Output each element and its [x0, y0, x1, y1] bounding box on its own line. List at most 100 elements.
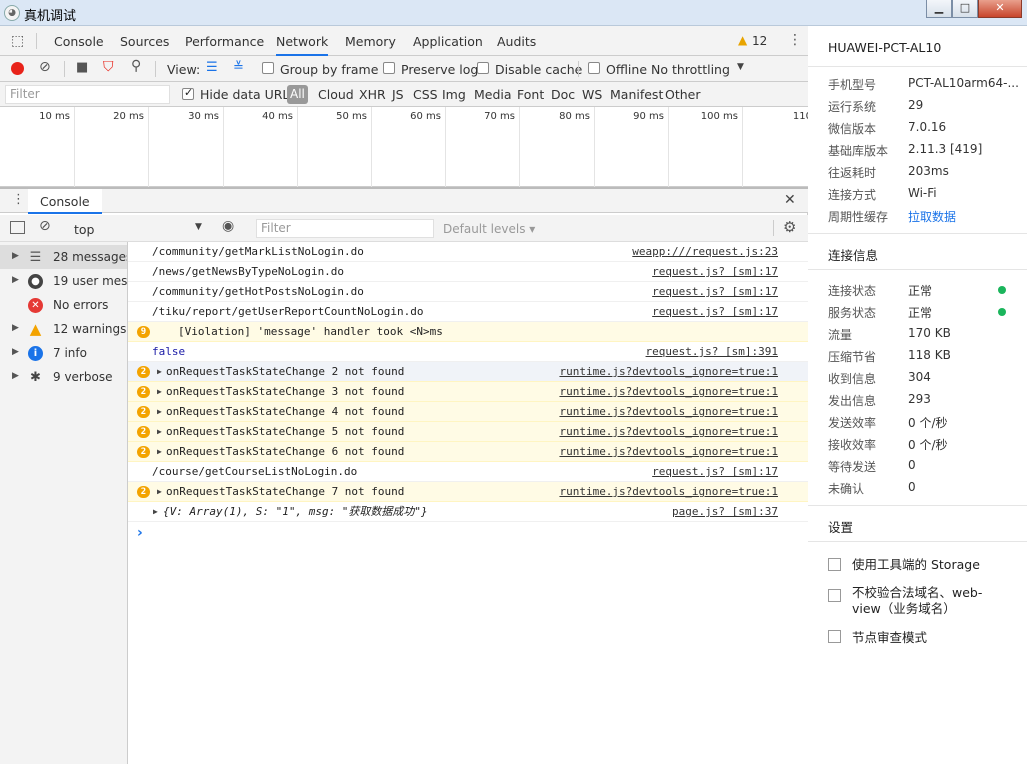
console-warning-row[interactable]: 2 ▶ onRequestTaskStateChange 6 not found ru… [128, 442, 808, 462]
console-warning-row[interactable]: 2 ▶ onRequestTaskStateChange 4 not found ru… [128, 402, 808, 422]
console-warning-row[interactable]: 2 ▶ onRequestTaskStateChange 3 not found ru… [128, 382, 808, 402]
type-filter-font[interactable]: Font [517, 87, 544, 102]
console-log-row[interactable]: ▶ {V: Array(1), S: "1", msg: "获取数据成功"} pag… [128, 502, 808, 522]
waterfall-icon[interactable]: ≚ [233, 60, 244, 75]
type-filter-css[interactable]: CSS [413, 87, 438, 102]
clear-icon[interactable]: ⊘ [39, 59, 51, 75]
console-messages[interactable]: /community/getMarkListNoLogin.do weapp://… [128, 242, 808, 764]
inspect-icon[interactable]: ⬚ [11, 33, 24, 49]
source-link[interactable]: runtime.js?devtools_ignore=true:1 [559, 422, 778, 441]
chevron-down-icon[interactable]: ▼ [737, 62, 744, 72]
expand-icon[interactable]: ▶ [157, 382, 162, 401]
node-inspect-checkbox[interactable] [828, 630, 841, 643]
console-warning-row[interactable]: 2 ▶ onRequestTaskStateChange 7 not found ru… [128, 482, 808, 502]
source-link[interactable]: weapp:///request.js:23 [632, 242, 778, 261]
console-log-row[interactable]: /community/getHotPostsNoLogin.do request.… [128, 282, 808, 302]
source-link[interactable]: request.js? [sm]:391 [646, 342, 778, 361]
sidebar-toggle-icon[interactable] [10, 221, 25, 234]
source-link[interactable]: request.js? [sm]:17 [652, 282, 778, 301]
expand-icon[interactable]: ▶ [153, 502, 158, 521]
source-link[interactable]: runtime.js?devtools_ignore=true:1 [559, 482, 778, 501]
search-icon[interactable]: ⚲ [131, 58, 141, 74]
large-rows-icon[interactable]: ☰ [206, 60, 218, 75]
source-link[interactable]: page.js? [sm]:37 [672, 502, 778, 521]
sidebar-item-messages[interactable]: ▶ ☰ 28 messages [0, 245, 127, 269]
type-filter-cloud[interactable]: Cloud [318, 87, 354, 102]
expand-icon[interactable]: ▶ [157, 482, 162, 501]
maximize-button[interactable]: □ [952, 0, 978, 18]
console-warning-row[interactable]: 2 ▶ onRequestTaskStateChange 2 not found ru… [128, 362, 808, 382]
console-warning-row[interactable]: 2 ▶ onRequestTaskStateChange 5 not found ru… [128, 422, 808, 442]
source-link[interactable]: request.js? [sm]:17 [652, 302, 778, 321]
tab-console[interactable]: Console [54, 34, 104, 49]
expand-icon[interactable]: ▶ [157, 362, 162, 381]
disable-cache-checkbox[interactable] [477, 62, 489, 74]
gear-icon[interactable]: ⚙ [783, 218, 796, 236]
expand-icon[interactable]: ▶ [157, 442, 162, 461]
console-warning-row[interactable]: 9 [Violation] 'message' handler took <N>m… [128, 322, 808, 342]
tab-memory[interactable]: Memory [345, 34, 396, 49]
console-log-row[interactable]: false request.js? [sm]:391 [128, 342, 808, 362]
eye-icon[interactable]: ◉ [222, 218, 234, 234]
group-by-frame-checkbox[interactable] [262, 62, 274, 74]
tab-sources[interactable]: Sources [120, 34, 169, 49]
offline-checkbox[interactable] [588, 62, 600, 74]
close-drawer-icon[interactable]: ✕ [784, 192, 796, 208]
tab-audits[interactable]: Audits [497, 34, 536, 49]
source-link[interactable]: request.js? [sm]:17 [652, 262, 778, 281]
capture-screenshots-icon[interactable]: ■ [76, 60, 88, 75]
preserve-log-checkbox[interactable] [383, 62, 395, 74]
warning-count[interactable]: 12 [752, 34, 767, 48]
throttling-select[interactable]: No throttling [651, 62, 730, 77]
clear-console-icon[interactable]: ⊘ [39, 218, 51, 234]
drawer-tab-console[interactable]: Console [28, 189, 102, 214]
filter-icon[interactable]: ⛉ [103, 59, 114, 75]
record-icon[interactable] [11, 62, 24, 75]
console-prompt[interactable]: › [137, 525, 143, 541]
type-filter-xhr[interactable]: XHR [359, 87, 386, 102]
type-filter-other[interactable]: Other [665, 87, 701, 102]
expand-icon[interactable]: ▶ [157, 422, 162, 441]
more-options-icon[interactable]: ⋮ [788, 32, 802, 48]
sidebar-item-user-messages[interactable]: ▶ ● 19 user mes... [0, 269, 127, 293]
hide-data-urls-checkbox[interactable] [182, 86, 194, 100]
drawer-menu-icon[interactable]: ⋮ [12, 192, 25, 207]
type-filter-ws[interactable]: WS [582, 87, 602, 102]
expand-icon[interactable]: ▶ [157, 402, 162, 421]
console-log-row[interactable]: /course/getCourseListNoLogin.do request.j… [128, 462, 808, 482]
chevron-down-icon[interactable]: ▼ [195, 222, 202, 232]
type-filter-all[interactable]: All [287, 85, 308, 104]
tab-performance[interactable]: Performance [185, 34, 264, 49]
close-window-button[interactable]: ✕ [978, 0, 1022, 18]
use-tool-storage-checkbox[interactable] [828, 558, 841, 571]
source-link[interactable]: request.js? [sm]:17 [652, 462, 778, 481]
console-filter-input[interactable]: Filter [256, 219, 434, 238]
source-link[interactable]: runtime.js?devtools_ignore=true:1 [559, 362, 778, 381]
console-log-row[interactable]: /news/getNewsByTypeNoLogin.do request.js?… [128, 262, 808, 282]
console-log-row[interactable]: /community/getMarkListNoLogin.do weapp://… [128, 242, 808, 262]
type-filter-media[interactable]: Media [474, 87, 512, 102]
tab-application[interactable]: Application [413, 34, 483, 49]
sidebar-item-warnings[interactable]: ▶ ▲ 12 warnings [0, 317, 127, 341]
sidebar-item-errors[interactable]: ✕ No errors [0, 293, 127, 317]
console-log-row[interactable]: /tiku/report/getUserReportCountNoLogin.d… [128, 302, 808, 322]
type-filter-img[interactable]: Img [442, 87, 466, 102]
context-select[interactable]: top [74, 222, 94, 237]
type-filter-manifest[interactable]: Manifest [610, 87, 663, 102]
sidebar-item-info[interactable]: ▶ i 7 info [0, 341, 127, 365]
tab-network[interactable]: Network [276, 34, 329, 56]
source-link[interactable]: runtime.js?devtools_ignore=true:1 [559, 442, 778, 461]
source-link[interactable]: runtime.js?devtools_ignore=true:1 [559, 402, 778, 421]
fetch-data-link[interactable]: 拉取数据 [908, 208, 956, 225]
network-overview-timeline[interactable]: 10 ms 20 ms 30 ms 40 ms 50 ms 60 ms 70 ms 80 ms… [0, 107, 817, 187]
status-ok-icon [998, 308, 1006, 316]
default-levels-select[interactable]: Default levels ▾ [443, 222, 535, 236]
source-link[interactable]: runtime.js?devtools_ignore=true:1 [559, 382, 778, 401]
warning-icon[interactable]: ▲ [738, 33, 747, 47]
network-filter-input[interactable]: Filter [5, 85, 170, 104]
sidebar-item-verbose[interactable]: ▶ ✱ 9 verbose [0, 365, 127, 389]
minimize-button[interactable]: ▁ [926, 0, 952, 18]
type-filter-js[interactable]: JS [392, 87, 404, 102]
skip-domain-check-checkbox[interactable] [828, 589, 841, 602]
type-filter-doc[interactable]: Doc [551, 87, 575, 102]
